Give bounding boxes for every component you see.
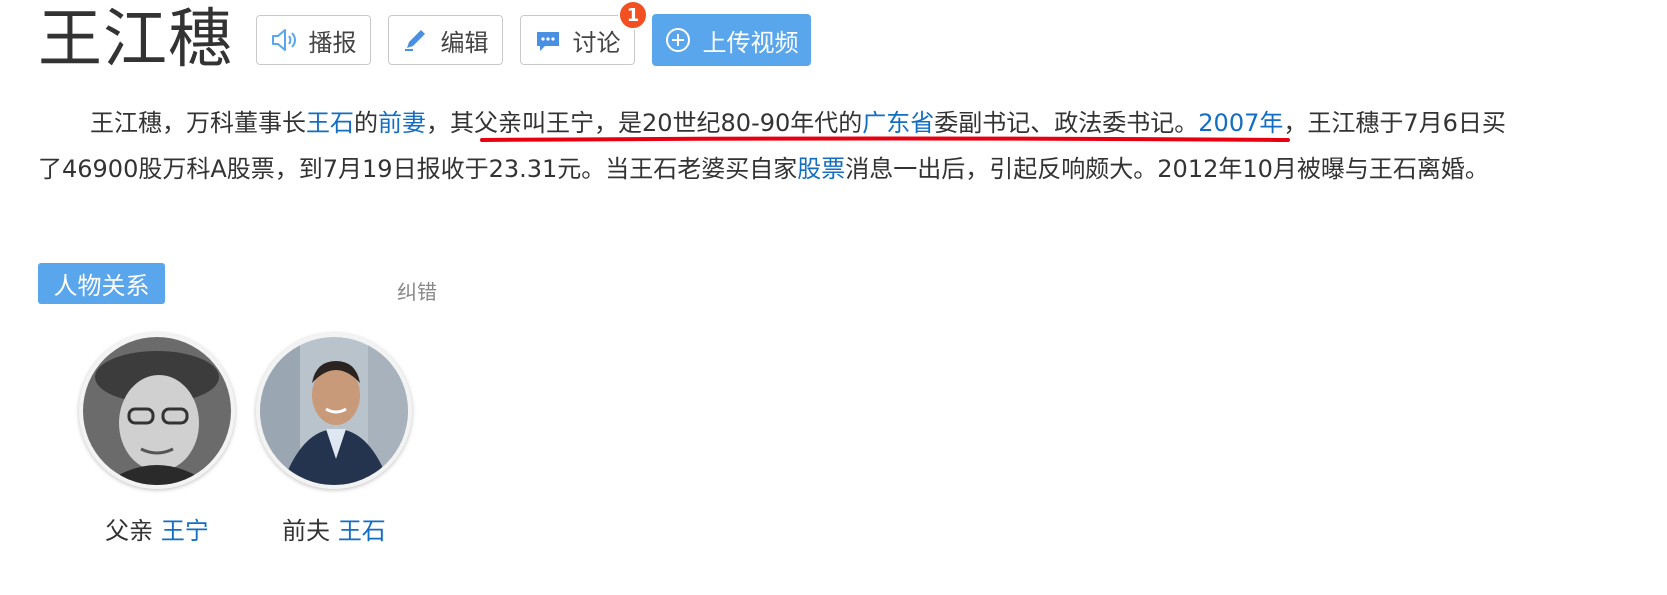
link-wang-shi[interactable]: 王石 bbox=[306, 109, 354, 137]
upload-video-label: 上传视频 bbox=[702, 28, 799, 57]
person-caption: 前夫 王石 bbox=[249, 511, 419, 546]
summary-text: 的 bbox=[354, 109, 378, 137]
upload-video-button[interactable]: 上传视频 bbox=[652, 14, 811, 66]
person-name-link[interactable]: 王石 bbox=[338, 517, 386, 545]
avatar[interactable] bbox=[79, 333, 235, 489]
summary-paragraph: 王江穗，万科董事长王石的前妻，其父亲叫王宁，是20世纪80-90年代的广东省委副… bbox=[38, 100, 1528, 192]
summary-text: 消息一出后，引起反响颇大。2012年10月被曝与王石离婚。 bbox=[845, 155, 1489, 183]
link-ex-wife[interactable]: 前妻 bbox=[378, 109, 426, 137]
highlighted-text: 委副书记、政法委书记。 bbox=[934, 109, 1199, 137]
discuss-count-badge: 1 bbox=[618, 0, 648, 30]
comment-icon bbox=[536, 32, 559, 51]
person-card-ex-husband[interactable]: 前夫 王石 bbox=[249, 333, 419, 546]
summary-text: ， bbox=[426, 109, 450, 137]
link-guangdong[interactable]: 广东省 bbox=[862, 109, 934, 137]
person-card-father[interactable]: 父亲 王宁 bbox=[72, 333, 242, 546]
person-caption: 父亲 王宁 bbox=[72, 511, 242, 546]
summary-text: 王江穗，万科董事长 bbox=[90, 109, 306, 137]
discuss-button[interactable]: 讨论 bbox=[520, 15, 635, 65]
relations-tag: 人物关系 bbox=[38, 263, 165, 304]
page-title: 王江穗 bbox=[38, 3, 233, 77]
broadcast-button[interactable]: 播报 bbox=[256, 15, 371, 65]
speaker-icon bbox=[271, 29, 296, 51]
red-underline-annotation bbox=[480, 136, 1290, 142]
plus-circle-icon bbox=[665, 28, 690, 52]
pencil-icon bbox=[404, 30, 425, 51]
broadcast-label: 播报 bbox=[308, 28, 357, 57]
relation-label: 前夫 bbox=[282, 517, 331, 545]
ex-husband-portrait-image bbox=[260, 337, 408, 485]
relation-label: 父亲 bbox=[105, 517, 154, 545]
discuss-label: 讨论 bbox=[572, 28, 621, 57]
correct-error-link[interactable]: 纠错 bbox=[397, 276, 437, 305]
edit-label: 编辑 bbox=[440, 28, 489, 57]
highlighted-text: 其父亲叫王宁，是20世纪80-90年代的 bbox=[450, 109, 863, 137]
link-2007[interactable]: 2007年 bbox=[1198, 109, 1283, 137]
father-portrait-image bbox=[83, 337, 231, 485]
edit-button[interactable]: 编辑 bbox=[388, 15, 503, 65]
link-stock[interactable]: 股票 bbox=[797, 155, 845, 183]
avatar[interactable] bbox=[256, 333, 412, 489]
person-name-link[interactable]: 王宁 bbox=[161, 517, 209, 545]
